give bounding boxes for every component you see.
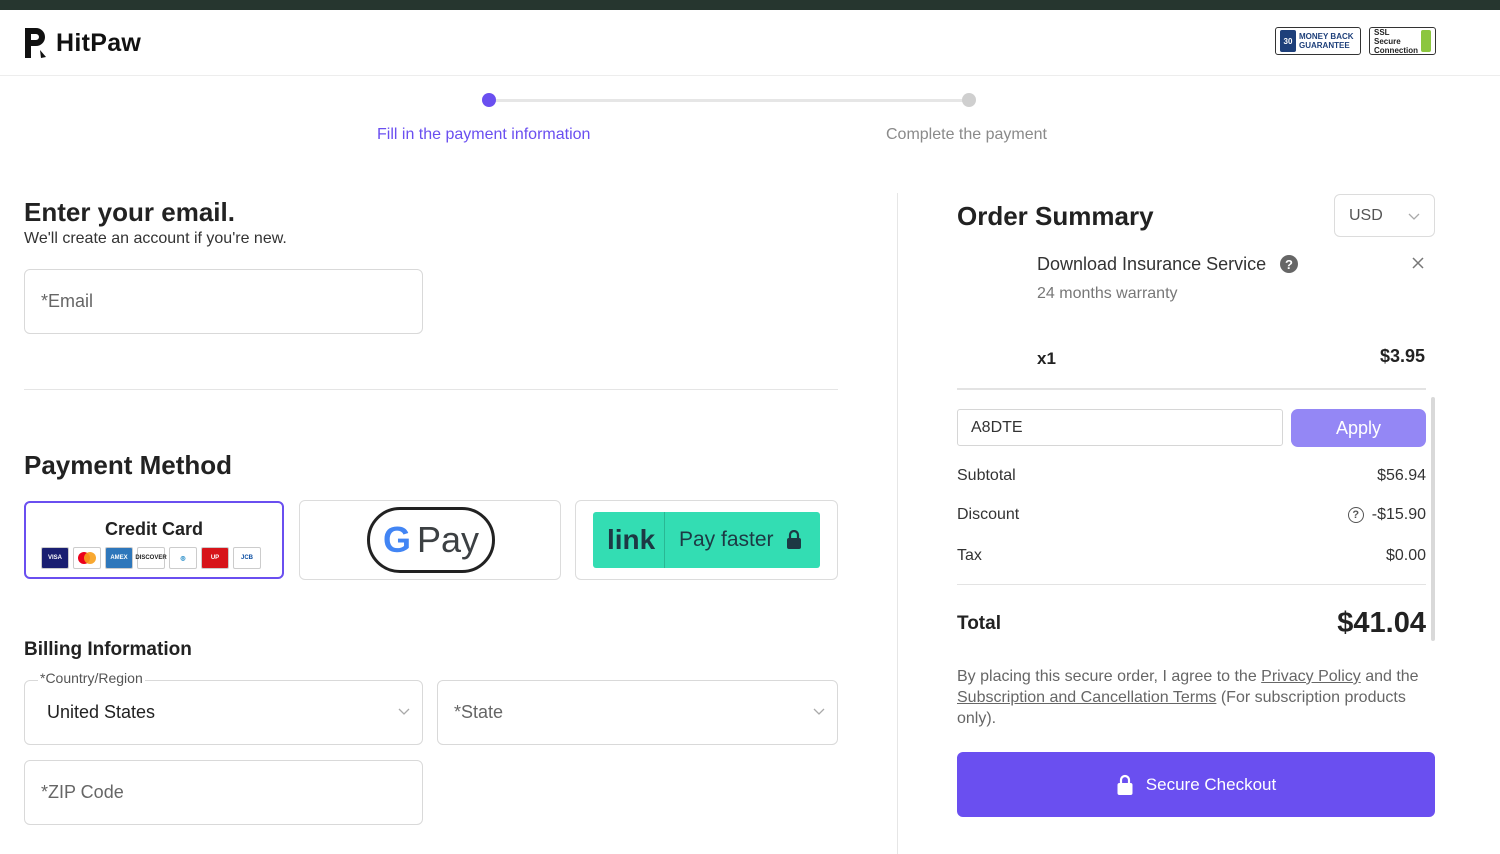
subtotal-value: $56.94 [1377, 467, 1426, 485]
column-separator [897, 193, 898, 854]
step-1-dot [482, 93, 496, 107]
link-brand: link [593, 512, 665, 568]
secure-checkout-button[interactable]: Secure Checkout [957, 752, 1435, 817]
diners-club-icon: ◎ [169, 547, 197, 569]
step-2-dot [962, 93, 976, 107]
order-summary-heading: Order Summary [957, 201, 1154, 231]
summary-scrollbar[interactable] [1431, 397, 1435, 641]
money-back-guarantee-badge: 30 MONEY BACK GUARANTEE [1275, 27, 1361, 55]
subscription-terms-link[interactable]: Subscription and Cancellation Terms [957, 689, 1216, 706]
email-field[interactable]: *Email [24, 269, 423, 334]
badge-days: 30 [1280, 30, 1296, 52]
close-icon[interactable] [1410, 255, 1426, 271]
country-label: *Country/Region [38, 670, 145, 686]
gpay-label: Pay [416, 519, 480, 560]
product-warranty: 24 months warranty [1037, 285, 1178, 302]
window-top-strip [0, 0, 1500, 10]
badge-line1: MONEY BACK [1299, 32, 1354, 41]
section-divider [24, 389, 838, 390]
total-label: Total [957, 613, 1001, 634]
ssl-lock-icon [1421, 30, 1431, 52]
step-1-label: Fill in the payment information [377, 126, 591, 143]
discount-label: Discount [957, 506, 1020, 523]
zip-code-field[interactable]: *ZIP Code [24, 760, 423, 825]
billing-heading: Billing Information [24, 639, 192, 660]
ssl-line2: Secure [1374, 36, 1401, 46]
lock-icon [1117, 774, 1133, 795]
jcb-icon: JCB [233, 547, 261, 569]
step-2-label: Complete the payment [886, 126, 1047, 143]
tax-label: Tax [957, 547, 982, 564]
payment-method-heading: Payment Method [24, 450, 233, 480]
lock-icon [786, 530, 801, 549]
state-select[interactable]: *State [437, 680, 838, 745]
country-value: United States [47, 702, 156, 722]
email-subtext: We'll create an account if you're new. [24, 230, 287, 247]
secure-checkout-label: Secure Checkout [1145, 774, 1277, 794]
help-icon[interactable]: ? [1280, 255, 1298, 273]
legal-middle: and the [1360, 668, 1419, 685]
unionpay-icon: UP [201, 547, 229, 569]
privacy-policy-link[interactable]: Privacy Policy [1261, 668, 1361, 685]
product-quantity: x1 [1037, 349, 1056, 368]
apply-coupon-button[interactable]: Apply [1291, 409, 1426, 447]
state-placeholder: *State [454, 702, 504, 722]
discount-value: ? -$15.90 [1347, 506, 1426, 524]
ssl-secure-badge: SSL Secure Connection [1369, 27, 1436, 55]
hitpaw-logo-icon [25, 28, 46, 58]
zip-placeholder: *ZIP Code [41, 782, 124, 802]
country-select[interactable]: United States [24, 680, 423, 745]
hitpaw-logo[interactable]: HitPaw [22, 26, 141, 60]
question-circle-icon[interactable]: ? [1347, 507, 1364, 523]
subtotal-amount: $56.94 [1377, 467, 1426, 484]
google-pay-option[interactable]: G Pay [299, 500, 561, 580]
link-pay-option[interactable]: link Pay faster [575, 500, 838, 580]
discover-icon: DISCOVER [135, 547, 167, 569]
chevron-down-icon [398, 708, 410, 715]
chevron-down-icon [813, 708, 825, 715]
google-g-icon: G [382, 519, 411, 560]
total-divider [957, 584, 1426, 585]
discount-amount: -$15.90 [1371, 506, 1426, 523]
email-heading: Enter your email. [24, 197, 235, 227]
chevron-down-icon [1408, 213, 1420, 220]
mastercard-icon [73, 547, 101, 569]
site-header: HitPaw 30 MONEY BACK GUARANTEE SSL Secur… [0, 10, 1500, 76]
currency-value: USD [1349, 206, 1383, 224]
link-pay-button: link Pay faster [593, 512, 820, 568]
google-pay-button: G Pay [367, 507, 495, 573]
coupon-value: A8DTE [971, 418, 1023, 436]
product-price: $3.95 [1379, 346, 1425, 366]
tax-amount: $0.00 [1385, 547, 1426, 564]
stepper-track [489, 99, 969, 102]
subtotal-label: Subtotal [957, 467, 1016, 484]
credit-card-option[interactable]: Credit Card VISA AMEX DISCOVER ◎ UP JCB [24, 501, 284, 579]
summary-divider [957, 388, 1426, 390]
legal-prefix: By placing this secure order, I agree to… [957, 668, 1262, 685]
ssl-line1: SSL [1374, 27, 1390, 37]
total-value: $41.04 [1337, 607, 1426, 639]
ssl-line3: Connection [1374, 45, 1418, 55]
currency-select[interactable]: USD [1334, 194, 1435, 237]
credit-card-label: Credit Card [104, 519, 203, 539]
legal-text: By placing this secure order, I agree to… [957, 666, 1435, 729]
card-logos: VISA AMEX DISCOVER ◎ UP JCB [41, 547, 261, 569]
tax-value: $0.00 [1386, 547, 1426, 565]
badge-line2: GUARANTEE [1299, 41, 1350, 50]
amex-icon: AMEX [105, 547, 133, 569]
product-name: Download Insurance Service [1037, 254, 1267, 274]
brand-name: HitPaw [56, 28, 142, 57]
visa-icon: VISA [41, 547, 69, 569]
link-pay-label: Pay faster [679, 528, 774, 551]
email-placeholder: *Email [41, 291, 94, 311]
coupon-input[interactable]: A8DTE [957, 409, 1283, 446]
